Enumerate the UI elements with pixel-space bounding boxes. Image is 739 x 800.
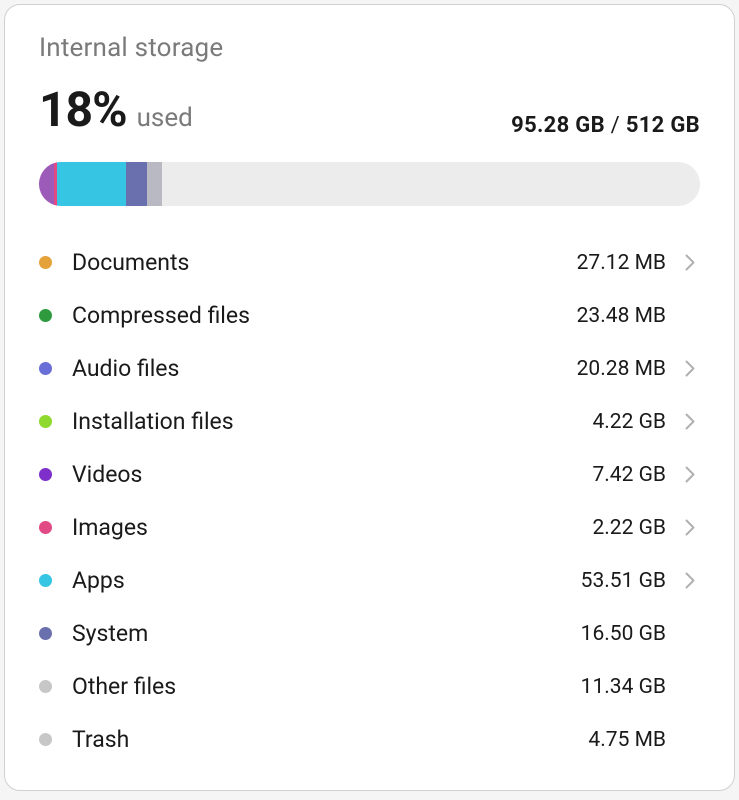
category-name: System	[72, 620, 556, 647]
category-size: 20.28 MB	[556, 357, 666, 381]
chevron-right-icon	[680, 360, 700, 377]
category-color-dot	[39, 733, 52, 746]
chevron-right-icon	[680, 413, 700, 430]
total-amount: 512 GB	[626, 113, 700, 138]
category-color-dot	[39, 362, 52, 375]
chevron-right-icon	[680, 466, 700, 483]
category-size: 2.22 GB	[556, 516, 666, 540]
page-title: Internal storage	[39, 33, 700, 63]
category-name: Other files	[72, 673, 556, 700]
storage-bar-segment	[147, 162, 162, 206]
storage-card: Internal storage 18% used 95.28 GB / 512…	[4, 4, 735, 791]
category-row: System16.50 GB	[39, 607, 700, 660]
category-size: 4.75 MB	[556, 728, 666, 752]
category-color-dot	[39, 680, 52, 693]
category-size: 7.42 GB	[556, 463, 666, 487]
category-row[interactable]: Apps53.51 GB	[39, 554, 700, 607]
category-color-dot	[39, 256, 52, 269]
category-name: Videos	[72, 461, 556, 488]
category-row: Compressed files23.48 MB	[39, 289, 700, 342]
percent-used: 18%	[39, 81, 127, 138]
category-size: 23.48 MB	[556, 304, 666, 328]
category-color-dot	[39, 521, 52, 534]
storage-bar-segment	[126, 162, 147, 206]
category-name: Apps	[72, 567, 556, 594]
category-name: Compressed files	[72, 302, 556, 329]
percent-block: 18% used	[39, 81, 193, 138]
category-color-dot	[39, 574, 52, 587]
capacity-text: 95.28 GB / 512 GB	[511, 113, 700, 138]
storage-bar-segment	[39, 162, 54, 206]
category-size: 4.22 GB	[556, 410, 666, 434]
category-size: 11.34 GB	[556, 675, 666, 699]
category-size: 16.50 GB	[556, 622, 666, 646]
category-name: Documents	[72, 249, 556, 276]
storage-bar-segment	[57, 162, 126, 206]
category-name: Audio files	[72, 355, 556, 382]
category-size: 53.51 GB	[556, 569, 666, 593]
used-amount: 95.28 GB	[511, 113, 605, 138]
category-color-dot	[39, 309, 52, 322]
category-size: 27.12 MB	[556, 251, 666, 275]
category-row[interactable]: Documents27.12 MB	[39, 236, 700, 289]
storage-bar	[39, 162, 700, 206]
category-color-dot	[39, 415, 52, 428]
category-name: Images	[72, 514, 556, 541]
category-name: Trash	[72, 726, 556, 753]
category-row[interactable]: Audio files20.28 MB	[39, 342, 700, 395]
category-row[interactable]: Images2.22 GB	[39, 501, 700, 554]
chevron-right-icon	[680, 254, 700, 271]
chevron-right-icon	[680, 572, 700, 589]
category-name: Installation files	[72, 408, 556, 435]
chevron-right-icon	[680, 519, 700, 536]
category-row[interactable]: Videos7.42 GB	[39, 448, 700, 501]
category-color-dot	[39, 468, 52, 481]
summary-row: 18% used 95.28 GB / 512 GB	[39, 81, 700, 138]
category-row[interactable]: Installation files4.22 GB	[39, 395, 700, 448]
capacity-separator: /	[605, 113, 626, 138]
category-row: Trash4.75 MB	[39, 713, 700, 766]
category-color-dot	[39, 627, 52, 640]
used-label: used	[137, 103, 193, 133]
category-list: Documents27.12 MBCompressed files23.48 M…	[39, 236, 700, 766]
category-row: Other files11.34 GB	[39, 660, 700, 713]
